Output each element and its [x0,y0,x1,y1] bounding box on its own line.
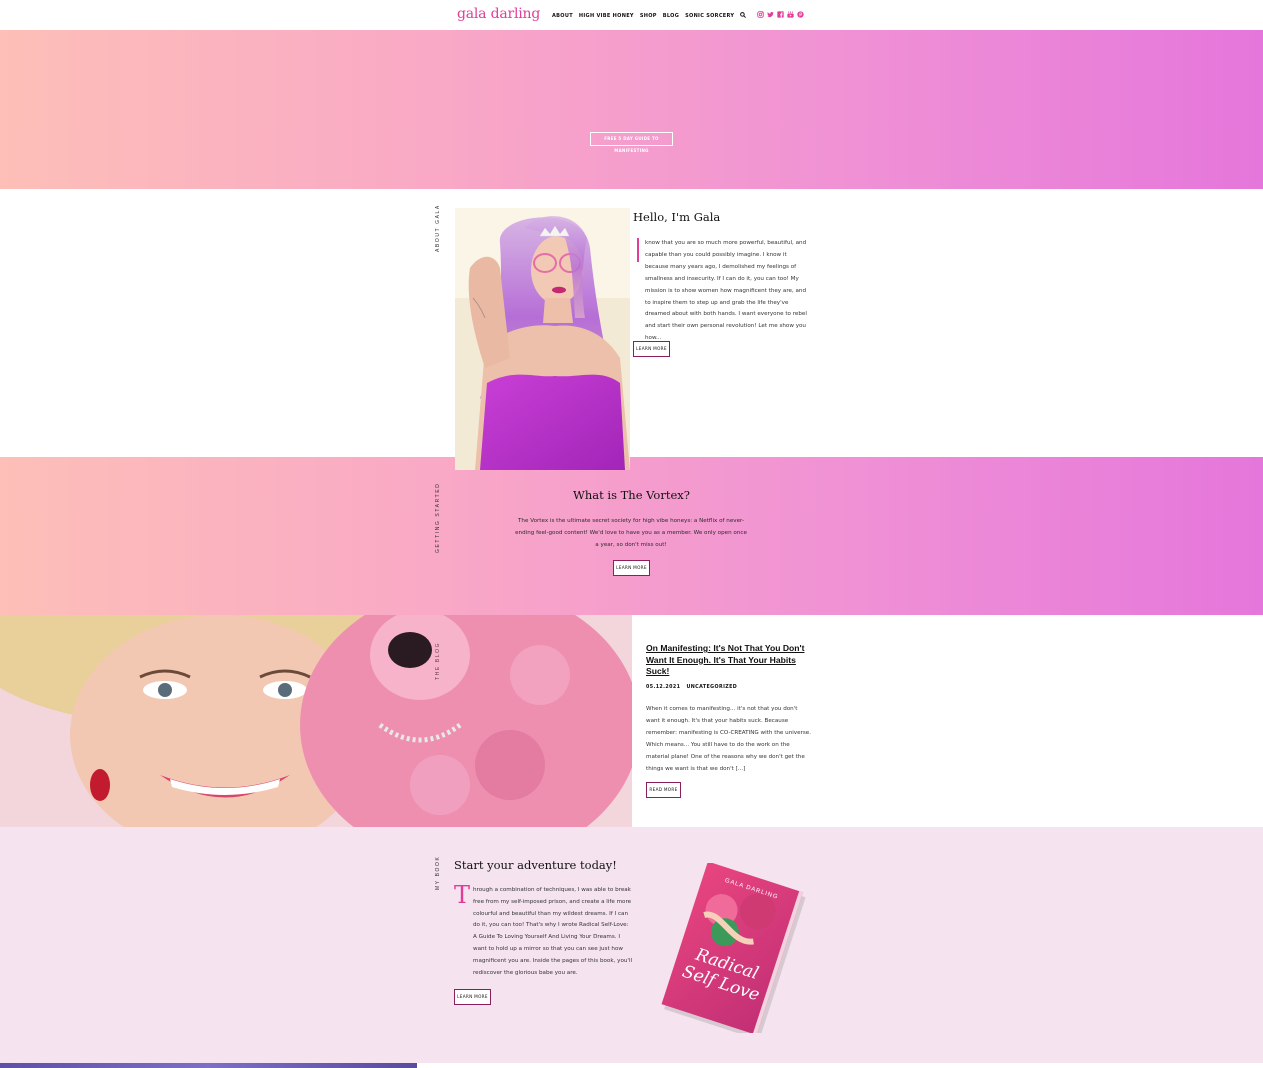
book-side-label: My Book [435,855,441,890]
blog-featured-photo[interactable] [0,615,632,827]
pinterest-icon[interactable] [797,11,804,18]
vortex-body: The Vortex is the ultimate secret societ… [515,518,747,548]
book-section: Start your adventure today! T hrough a c… [0,827,1263,1063]
blog-post-title[interactable]: On Manifesting: It's Not That You Don't … [646,643,811,678]
site-header: gala darling About High Vibe Honey Shop … [0,0,1263,30]
about-body: know that you are so much more powerful,… [633,238,809,345]
blog-post-date: 05.12.2021 [646,685,681,690]
book-learn-more-button[interactable]: Learn More [454,989,491,1005]
next-section-image [0,1063,417,1068]
nav-about[interactable]: About [552,13,573,19]
social-links [757,11,804,18]
nav-high-vibe-honey[interactable]: High Vibe Honey [579,13,634,19]
youtube-icon[interactable] [787,11,794,18]
book-cover-image[interactable]: GALA DARLING Radical Self Love [640,861,810,1041]
vortex-title: What is The Vortex? [573,488,690,502]
book-text: hrough a combination of techniques, I wa… [473,887,633,976]
about-side-label: About Gala [435,204,441,252]
twitter-icon[interactable] [767,11,774,18]
about-learn-more-button[interactable]: Learn More [633,341,670,357]
vortex-learn-more-button[interactable]: Learn More [613,560,650,576]
nav-shop[interactable]: Shop [640,13,657,19]
blog-post-category[interactable]: Uncategorized [686,685,737,690]
blog-side-label: The Blog [435,641,441,680]
free-guide-button[interactable]: Free 5 day guide to manifesting [590,132,673,153]
about-text: know that you are so much more powerful,… [645,240,807,342]
search-icon[interactable] [740,12,747,20]
blog-post-meta: 05.12.2021 Uncategorized [646,685,737,690]
blog-read-more-button[interactable]: Read More [646,782,681,798]
nav-blog[interactable]: Blog [663,13,679,19]
site-logo[interactable]: gala darling [457,6,540,22]
blog-post-excerpt: When it comes to manifesting... it's not… [646,706,811,772]
vortex-side-label: Getting Started [435,482,441,553]
about-title: Hello, I'm Gala [633,210,721,224]
gala-portrait-photo [455,208,630,470]
main-nav: About High Vibe Honey Shop Blog Sonic So… [552,12,747,20]
vortex-section: What is The Vortex? The Vortex is the ul… [0,457,1263,615]
book-body: hrough a combination of techniques, I wa… [454,885,634,979]
nav-sonic-sorcery[interactable]: Sonic Sorcery [685,13,734,19]
hero-banner: Free 5 day guide to manifesting [0,30,1263,189]
book-title: Start your adventure today! [454,858,617,872]
instagram-icon[interactable] [757,11,764,18]
facebook-icon[interactable] [777,11,784,18]
